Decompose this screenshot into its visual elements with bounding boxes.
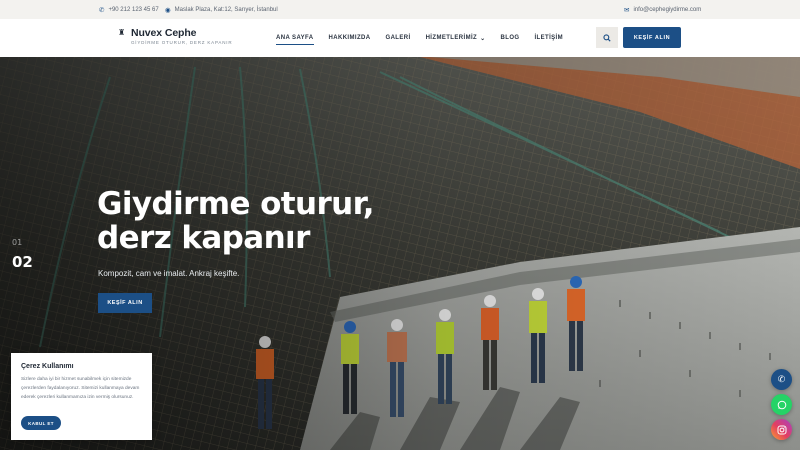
topbar-address-text: Maslak Plaza, Kat:12, Sarıyer, İstanbul — [174, 6, 278, 13]
whatsapp-icon — [777, 400, 786, 409]
hero-title-line2: derz kapanır — [97, 220, 310, 256]
main-nav: ANA SAYFA HAKKIMIZDA GALERİ HİZMETLERİMİ… — [276, 19, 563, 57]
top-info-bar: ✆ +90 212 123 45 67 ◉ Maslak Plaza, Kat:… — [0, 0, 800, 19]
nav-item-services-label: HİZMETLERİMİZ — [425, 35, 478, 41]
building-icon: ♜ — [118, 28, 126, 37]
site-header: ♜ Nuvex Cephe GİYDİRME OTURUR, DERZ KAPA… — [0, 19, 800, 57]
topbar-email-text: info@cephegiydirme.com — [633, 6, 702, 13]
cookie-title: Çerez Kullanımı — [21, 363, 74, 370]
cookie-banner: Çerez Kullanımı Sizlere daha iyi bir hiz… — [11, 353, 152, 440]
hero-title-line1: Giydirme oturur, — [97, 186, 375, 222]
phone-icon: ✆ — [777, 374, 786, 384]
topbar-email[interactable]: ✉ info@cephegiydirme.com — [624, 0, 701, 19]
phone-icon: ✆ — [99, 6, 105, 14]
nav-item-services[interactable]: HİZMETLERİMİZ ⌄ — [426, 19, 486, 57]
cookie-accept-button[interactable]: KABUL ET — [21, 416, 61, 430]
cookie-text: Sizlere daha iyi bir hizmet sunabilmek i… — [21, 377, 140, 400]
nav-item-home[interactable]: ANA SAYFA — [276, 19, 314, 57]
hero-subtitle: Kompozit, cam ve imalat. Ankraj keşifte. — [98, 269, 240, 278]
instagram-icon — [777, 425, 786, 434]
floating-instagram-button[interactable] — [771, 419, 792, 440]
topbar-phone[interactable]: ✆ +90 212 123 45 67 — [99, 0, 159, 19]
search-button[interactable] — [596, 27, 618, 48]
nav-item-gallery[interactable]: GALERİ — [386, 19, 411, 57]
floating-phone-button[interactable]: ✆ — [771, 369, 792, 390]
chevron-down-icon: ⌄ — [480, 35, 486, 42]
hero-cta-button[interactable]: KEŞİF ALIN — [98, 293, 152, 313]
topbar-phone-text: +90 212 123 45 67 — [108, 6, 159, 13]
search-icon — [603, 33, 611, 42]
hero-title: Giydirme oturur, derz kapanır — [97, 187, 417, 255]
nav-item-contact[interactable]: İLETİŞİM — [534, 19, 563, 57]
brand-tagline: GİYDİRME OTURUR, DERZ KAPANIR — [131, 40, 233, 45]
map-pin-icon: ◉ — [165, 6, 171, 14]
nav-item-blog[interactable]: BLOG — [501, 19, 520, 57]
slide-indicator-current[interactable]: 02 — [12, 253, 33, 271]
topbar-address: ◉ Maslak Plaza, Kat:12, Sarıyer, İstanbu… — [165, 0, 278, 19]
slide-indicator-prev[interactable]: 01 — [12, 238, 22, 247]
brand-logo[interactable]: ♜ Nuvex Cephe — [118, 27, 197, 39]
floating-whatsapp-button[interactable] — [771, 394, 792, 415]
header-cta-button[interactable]: KEŞİF ALIN — [623, 27, 681, 48]
envelope-icon: ✉ — [624, 6, 630, 14]
brand-name: Nuvex Cephe — [131, 27, 197, 39]
nav-item-about[interactable]: HAKKIMIZDA — [329, 19, 371, 57]
